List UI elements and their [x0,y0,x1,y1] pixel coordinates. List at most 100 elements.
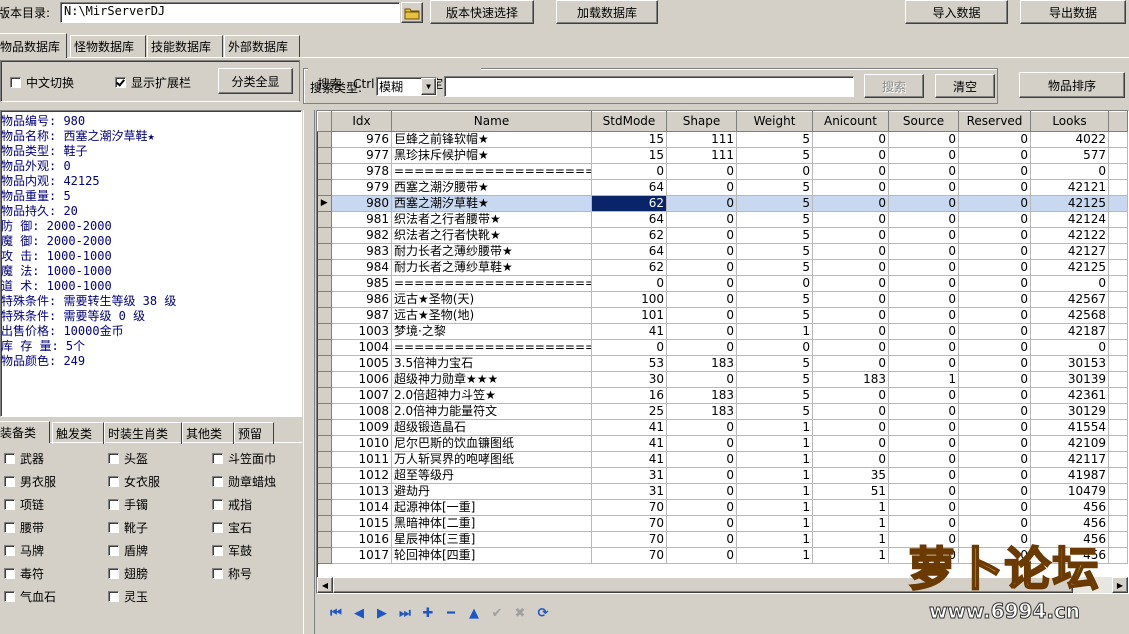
table-cell[interactable]: 避劫丹 [391,483,592,500]
row-indicator[interactable] [317,531,332,548]
table-cell[interactable]: 41987 [1030,467,1109,484]
table-cell[interactable]: 70 [591,531,667,548]
table-cell[interactable]: 0 [666,307,737,324]
table-cell[interactable]: 1 [736,451,813,468]
table-cell[interactable]: 0 [666,451,737,468]
clear-button[interactable]: 清空 [935,74,995,98]
table-cell[interactable]: 0 [812,163,889,180]
table-cell[interactable]: 0 [888,467,959,484]
category-checkbox[interactable]: 灵玉 [108,588,148,605]
table-row[interactable]: 1012 超至等级丹 31 0 1 35 0 0 41987 [317,467,1128,484]
table-cell[interactable]: 0 [736,163,813,180]
table-cell[interactable]: 超级锻造晶石 [391,419,592,436]
table-cell[interactable]: 0 [666,547,737,564]
table-cell[interactable]: 万人斩冥界的咆哮图纸 [391,451,592,468]
table-cell[interactable]: 0 [666,211,737,228]
table-cell[interactable]: 0 [666,323,737,340]
edit-record-icon[interactable]: ▲ [464,603,484,623]
column-header[interactable]: Source [888,111,959,132]
row-indicator[interactable] [317,515,332,532]
table-cell[interactable]: 0 [888,435,959,452]
table-cell[interactable]: 64 [591,243,667,260]
table-row[interactable]: 1009 超级锻造晶石 41 0 1 0 0 0 41554 [317,419,1128,436]
import-data-button[interactable]: 导入数据 [905,0,1008,24]
row-indicator[interactable] [317,323,332,340]
table-cell[interactable]: 0 [812,179,889,196]
table-cell[interactable]: 64 [591,211,667,228]
table-cell[interactable]: 0 [888,259,959,276]
table-cell[interactable]: 1006 [331,371,392,388]
table-cell[interactable]: 黑珍抹斥候护帽★ [391,147,592,164]
table-cell[interactable]: 0 [812,291,889,308]
table-cell[interactable]: 64 [591,179,667,196]
category-checkbox[interactable]: 翅膀 [108,565,148,582]
table-cell[interactable]: 1 [736,515,813,532]
category-checkbox-box[interactable] [4,568,15,579]
table-cell[interactable]: 0 [736,339,813,356]
table-cell[interactable]: 1 [736,419,813,436]
table-cell[interactable]: 986 [331,291,392,308]
row-indicator[interactable] [317,419,332,436]
table-cell[interactable]: 4022 [1030,131,1109,148]
table-cell[interactable]: 黑暗神体[二重] [391,515,592,532]
table-cell[interactable]: 0 [958,355,1031,372]
table-cell[interactable]: 976 [331,131,392,148]
search-button[interactable]: 搜索 [864,74,924,98]
table-cell[interactable]: 0 [666,499,737,516]
category-show-all-button[interactable]: 分类全显 [218,68,293,94]
table-cell[interactable]: 0 [812,131,889,148]
category-checkbox-box[interactable] [4,545,15,556]
table-cell[interactable]: 0 [958,163,1031,180]
table-cell[interactable]: 0 [888,147,959,164]
table-cell[interactable]: 984 [331,259,392,276]
table-cell[interactable]: 30 [591,371,667,388]
table-cell[interactable]: 0 [812,339,889,356]
table-cell[interactable]: 1 [736,323,813,340]
table-cell[interactable]: 0 [958,211,1031,228]
table-cell[interactable]: 1012 [331,467,392,484]
row-indicator[interactable] [317,499,332,516]
delete-record-icon[interactable]: ━ [441,603,461,623]
table-cell[interactable]: 西塞之潮汐草鞋★ [391,195,592,212]
chinese-switch-box[interactable] [10,77,21,88]
table-row[interactable]: 984 耐力长者之薄纱草鞋★ 62 0 5 0 0 0 42125 [317,259,1128,276]
table-cell[interactable]: 0 [958,467,1031,484]
tab-trigger[interactable]: 触发类 [52,422,104,444]
table-cell[interactable]: 5 [736,355,813,372]
table-cell[interactable]: 5 [736,195,813,212]
table-cell[interactable]: 0 [888,339,959,356]
table-row[interactable]: 978==============================0000000 [317,163,1128,180]
table-cell[interactable]: 15 [591,147,667,164]
table-cell[interactable]: 42127 [1030,243,1109,260]
table-cell[interactable]: 0 [812,227,889,244]
table-cell[interactable]: 5 [736,131,813,148]
row-indicator[interactable] [317,211,332,228]
table-row[interactable]: 1003 梦境·之黎 41 0 1 0 0 0 42187 [317,323,1128,340]
table-cell[interactable]: 1013 [331,483,392,500]
chinese-switch-checkbox[interactable]: 中文切换 [10,74,74,91]
row-indicator[interactable] [317,371,332,388]
table-row[interactable]: 1005 3.5倍神力宝石 53 183 5 0 0 0 30153 [317,355,1128,372]
table-cell[interactable]: 1 [736,499,813,516]
column-header[interactable]: Idx [331,111,392,132]
table-cell[interactable]: 0 [591,339,667,356]
table-row[interactable]: 977 黑珍抹斥候护帽★ 15 111 5 0 0 0 577 [317,147,1128,164]
table-cell[interactable]: 456 [1030,499,1109,516]
table-cell[interactable]: 0 [888,419,959,436]
table-cell[interactable]: 0 [958,387,1031,404]
table-row[interactable]: 983 耐力长者之薄纱腰带★ 64 0 5 0 0 0 42127 [317,243,1128,260]
table-cell[interactable]: ============================== [391,339,592,356]
table-cell[interactable]: 1017 [331,547,392,564]
category-checkbox-box[interactable] [4,453,15,464]
category-checkbox[interactable]: 毒符 [4,565,44,582]
table-cell[interactable]: 0 [888,163,959,180]
category-checkbox[interactable]: 腰带 [4,519,44,536]
row-indicator-arrow-icon[interactable]: ▶ [317,195,332,212]
table-cell[interactable]: 5 [736,387,813,404]
table-cell[interactable]: 42567 [1030,291,1109,308]
table-cell[interactable]: 0 [888,211,959,228]
table-cell[interactable]: 0 [888,275,959,292]
table-cell[interactable]: 1 [736,547,813,564]
category-checkbox-box[interactable] [108,453,119,464]
table-cell[interactable]: 0 [666,163,737,180]
